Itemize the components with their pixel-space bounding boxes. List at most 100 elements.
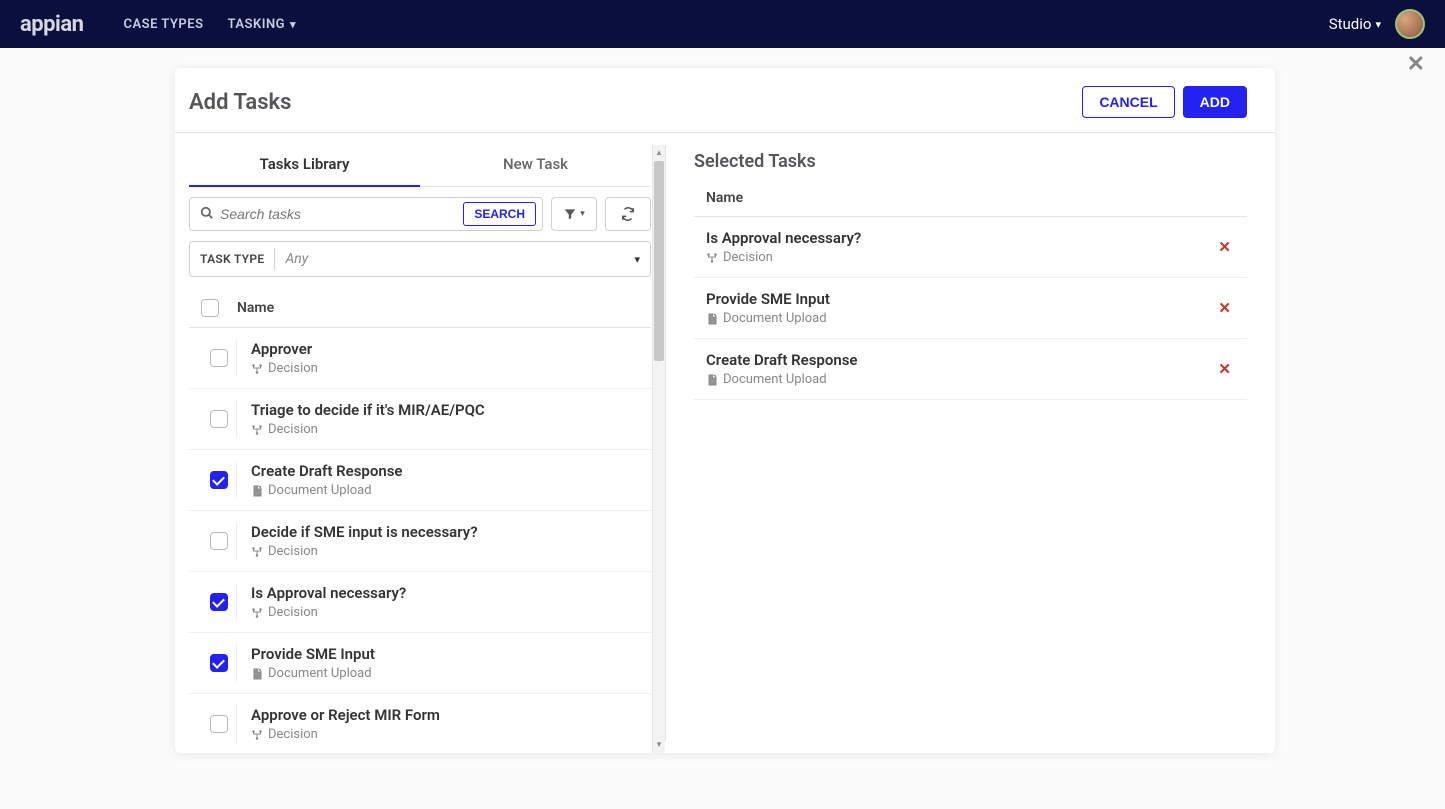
task-type-label: Document Upload bbox=[268, 483, 372, 498]
decision-icon bbox=[251, 424, 263, 436]
document-icon bbox=[706, 374, 718, 386]
selected-tasks-title: Selected Tasks bbox=[694, 151, 1247, 172]
task-type-filter[interactable]: TASK TYPE Any ▾ bbox=[189, 241, 651, 277]
task-row[interactable]: Approve or Reject MIR Form Decision bbox=[189, 694, 651, 753]
task-checkbox[interactable] bbox=[210, 349, 228, 367]
add-tasks-modal: Add Tasks CANCEL ADD Tasks Library New T… bbox=[175, 68, 1275, 753]
chevron-down-icon: ▾ bbox=[290, 18, 296, 31]
select-all-checkbox[interactable] bbox=[201, 299, 219, 317]
scroll-thumb[interactable] bbox=[654, 161, 664, 361]
top-nav: appian CASE TYPES TASKING ▾ Studio ▾ bbox=[0, 0, 1445, 48]
task-name: Provide SME Input bbox=[251, 645, 375, 663]
selected-task-name: Is Approval necessary? bbox=[706, 229, 1214, 247]
selected-task-type: Document Upload bbox=[706, 372, 1214, 387]
nav-case-types[interactable]: CASE TYPES bbox=[123, 17, 203, 32]
search-wrapper: SEARCH bbox=[189, 197, 543, 231]
task-type-label: Document Upload bbox=[268, 666, 372, 681]
chevron-down-icon: ▾ bbox=[634, 253, 640, 266]
tabs: Tasks Library New Task bbox=[189, 145, 651, 187]
task-checkbox[interactable] bbox=[210, 471, 228, 489]
remove-task-button[interactable]: ✕ bbox=[1214, 295, 1235, 321]
scroll-up-icon[interactable]: ▴ bbox=[653, 145, 665, 161]
scrollbar[interactable]: ▴ ▾ bbox=[652, 145, 665, 753]
task-library-list: Name ApproverDecisionTriage to decide if… bbox=[189, 289, 651, 753]
selected-column-name: Name bbox=[694, 190, 1247, 217]
task-type: Decision bbox=[251, 605, 406, 620]
task-type-label: Decision bbox=[268, 361, 318, 376]
search-button[interactable]: SEARCH bbox=[463, 202, 536, 226]
task-row[interactable]: Approver Decision bbox=[189, 328, 651, 389]
selected-task-name: Create Draft Response bbox=[706, 351, 1214, 369]
nav-tasking[interactable]: TASKING ▾ bbox=[228, 17, 297, 32]
chevron-down-icon: ▾ bbox=[580, 209, 585, 219]
document-icon bbox=[251, 668, 263, 680]
task-checkbox[interactable] bbox=[210, 654, 228, 672]
task-name: Is Approval necessary? bbox=[251, 584, 406, 602]
task-row[interactable]: Create Draft ResponseDocument Upload bbox=[189, 450, 651, 511]
user-avatar[interactable] bbox=[1395, 9, 1425, 39]
tab-new-task[interactable]: New Task bbox=[420, 145, 651, 186]
task-type-label: Decision bbox=[268, 422, 318, 437]
task-type: Document Upload bbox=[251, 483, 403, 498]
task-row[interactable]: Triage to decide if it's MIR/AE/PQC Decis… bbox=[189, 389, 651, 450]
library-pane: Tasks Library New Task SEARCH ▾ bbox=[175, 133, 665, 753]
refresh-button[interactable] bbox=[605, 197, 651, 231]
studio-label: Studio bbox=[1329, 15, 1372, 33]
remove-task-button[interactable]: ✕ bbox=[1214, 234, 1235, 260]
modal-header: Add Tasks CANCEL ADD bbox=[175, 68, 1275, 133]
filter-icon bbox=[563, 207, 577, 221]
filter-button[interactable]: ▾ bbox=[551, 197, 597, 231]
selected-task-type: Decision bbox=[706, 250, 1214, 265]
selected-task-row: Is Approval necessary? Decision ✕ bbox=[694, 217, 1247, 278]
task-name: Decide if SME input is necessary? bbox=[251, 523, 478, 541]
chevron-down-icon: ▾ bbox=[1375, 18, 1381, 31]
close-icon[interactable]: ✕ bbox=[1407, 52, 1425, 77]
decision-icon bbox=[251, 729, 263, 741]
add-button[interactable]: ADD bbox=[1183, 86, 1247, 118]
task-type: Decision bbox=[251, 727, 440, 742]
app-logo: appian bbox=[20, 12, 83, 37]
task-type-label: Decision bbox=[268, 605, 318, 620]
task-row[interactable]: Provide SME Input Document Upload bbox=[189, 633, 651, 694]
search-icon bbox=[200, 205, 214, 224]
tab-tasks-library[interactable]: Tasks Library bbox=[189, 145, 420, 187]
scroll-down-icon[interactable]: ▾ bbox=[653, 737, 665, 753]
decision-icon bbox=[251, 546, 263, 558]
decision-icon bbox=[706, 252, 718, 264]
task-type: Decision bbox=[251, 422, 485, 437]
refresh-icon bbox=[621, 207, 635, 221]
selected-task-name: Provide SME Input bbox=[706, 290, 1214, 308]
cancel-button[interactable]: CANCEL bbox=[1082, 86, 1174, 118]
modal-title: Add Tasks bbox=[189, 90, 1082, 115]
task-checkbox[interactable] bbox=[210, 593, 228, 611]
task-row[interactable]: Decide if SME input is necessary? Decisio… bbox=[189, 511, 651, 572]
task-type: Decision bbox=[251, 544, 478, 559]
decision-icon bbox=[251, 607, 263, 619]
column-name-header: Name bbox=[237, 300, 274, 316]
selected-task-type-label: Document Upload bbox=[723, 311, 827, 326]
divider bbox=[274, 248, 275, 270]
selected-task-type-label: Document Upload bbox=[723, 372, 827, 387]
task-name: Approver bbox=[251, 340, 318, 358]
search-input[interactable] bbox=[220, 206, 460, 222]
task-name: Approve or Reject MIR Form bbox=[251, 706, 440, 724]
remove-task-button[interactable]: ✕ bbox=[1214, 356, 1235, 382]
list-header: Name bbox=[189, 289, 651, 328]
selected-task-row: Create Draft Response Document Upload ✕ bbox=[694, 339, 1247, 400]
task-name: Triage to decide if it's MIR/AE/PQC bbox=[251, 401, 485, 419]
document-icon bbox=[251, 485, 263, 497]
document-icon bbox=[706, 313, 718, 325]
task-checkbox[interactable] bbox=[210, 410, 228, 428]
decision-icon bbox=[251, 363, 263, 375]
task-checkbox[interactable] bbox=[210, 532, 228, 550]
task-type: Decision bbox=[251, 361, 318, 376]
modal-body: Tasks Library New Task SEARCH ▾ bbox=[175, 133, 1275, 753]
task-type-label: TASK TYPE bbox=[200, 252, 264, 266]
task-type-label: Decision bbox=[268, 727, 318, 742]
studio-dropdown[interactable]: Studio ▾ bbox=[1329, 15, 1381, 33]
nav-tasking-label: TASKING bbox=[228, 17, 286, 32]
selected-pane: Selected Tasks Name Is Approval necessar… bbox=[666, 133, 1275, 753]
task-row[interactable]: Is Approval necessary? Decision bbox=[189, 572, 651, 633]
selected-task-type-label: Decision bbox=[723, 250, 773, 265]
task-checkbox[interactable] bbox=[210, 715, 228, 733]
